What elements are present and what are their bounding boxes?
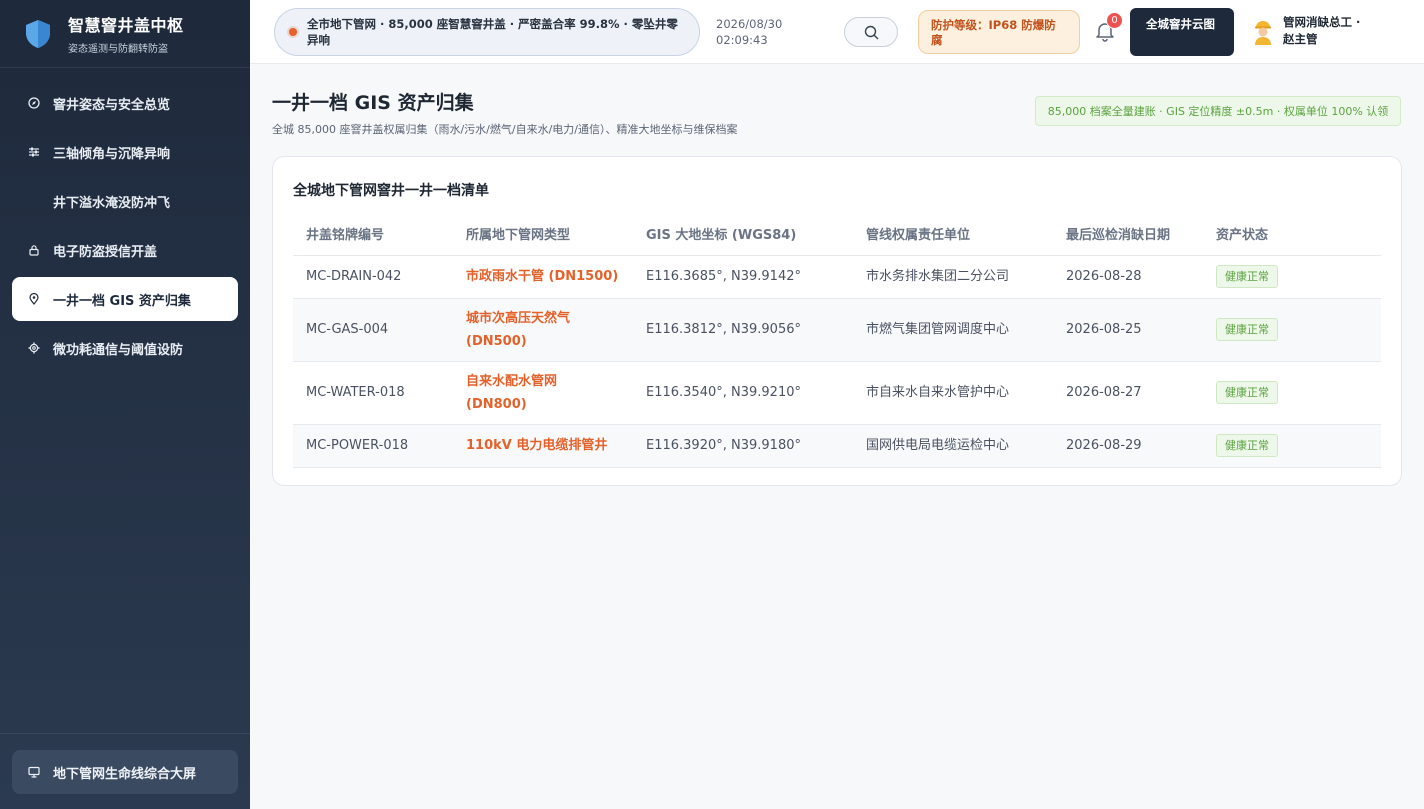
map-pin-icon bbox=[28, 293, 40, 305]
owner-unit: 市自来水自来水管护中心 bbox=[853, 361, 1053, 425]
table-row[interactable]: MC-DRAIN-042 市政雨水干管 (DN1500) E116.3685°,… bbox=[293, 255, 1381, 299]
brand-subtitle: 姿态遥测与防翻转防盗 bbox=[68, 44, 168, 55]
table-row[interactable]: MC-POWER-018 110kV 电力电缆排管井 E116.3920°, N… bbox=[293, 424, 1381, 468]
flood-icon bbox=[28, 195, 40, 207]
dashboard-screen-button[interactable]: 地下管网生命线综合大屏 bbox=[12, 750, 238, 794]
sidebar-item-antitheft[interactable]: 电子防盗授信开盖 bbox=[12, 228, 238, 272]
column-header: 所属地下管网类型 bbox=[453, 213, 633, 256]
ticker-text: 全市地下管网 · 85,000 座智慧窨井盖 · 严密盖合率 99.8% · 零… bbox=[307, 17, 678, 47]
top-header: 全市地下管网 · 85,000 座智慧窨井盖 · 严密盖合率 99.8% · 零… bbox=[250, 0, 1424, 64]
sidebar-item-label: 电子防盗授信开盖 bbox=[53, 244, 158, 260]
sidebar-item-label: 窨井姿态与安全总览 bbox=[53, 97, 171, 113]
sidebar-nav: 窨井姿态与安全总览 三轴倾角与沉降异响 井下溢水淹没防冲飞 电子防盗授信开盖 一… bbox=[0, 68, 250, 370]
notification-count-badge: 0 bbox=[1106, 12, 1123, 29]
sidebar-item-tilt[interactable]: 三轴倾角与沉降异响 bbox=[12, 130, 238, 174]
status-badge: 健康正常 bbox=[1216, 381, 1278, 404]
sidebar-item-label: 三轴倾角与沉降异响 bbox=[53, 146, 171, 162]
gis-coordinate: E116.3920°, N39.9180° bbox=[633, 424, 853, 468]
brand: 智慧窨井盖中枢 姿态遥测与防翻转防盗 bbox=[0, 0, 250, 68]
sidebar-item-gis[interactable]: 一井一档 GIS 资产归集 bbox=[12, 277, 238, 321]
pipe-type: 110kV 电力电缆排管井 bbox=[453, 424, 633, 468]
table-header-row: 井盖铭牌编号 所属地下管网类型 GIS 大地坐标 (WGS84) 管线权属责任单… bbox=[293, 213, 1381, 256]
gear-icon bbox=[28, 342, 40, 354]
lock-icon bbox=[28, 244, 40, 256]
monitor-icon bbox=[28, 766, 40, 778]
inspection-date: 2026-08-27 bbox=[1053, 361, 1203, 425]
owner-unit: 市水务排水集团二分公司 bbox=[853, 255, 1053, 299]
inspection-date: 2026-08-28 bbox=[1053, 255, 1203, 299]
user-name: 管网消缺总工 · 赵主管 bbox=[1283, 15, 1361, 46]
datetime: 2026/08/30 02:09:43 bbox=[716, 16, 782, 48]
owner-unit: 国网供电局电缆运检中心 bbox=[853, 424, 1053, 468]
search-icon bbox=[864, 25, 878, 39]
sidebar-item-label: 井下溢水淹没防冲飞 bbox=[53, 195, 171, 211]
gis-coordinate: E116.3812°, N39.9056° bbox=[633, 298, 853, 362]
card-title: 全城地下管网窨井一井一档清单 bbox=[293, 183, 489, 199]
page-title: 一井一档 GIS 资产归集 bbox=[272, 92, 474, 114]
status-badge: 健康正常 bbox=[1216, 265, 1278, 288]
column-header: 资产状态 bbox=[1203, 213, 1381, 256]
compass-icon bbox=[28, 97, 40, 109]
cover-id: MC-POWER-018 bbox=[293, 424, 453, 468]
dashboard-screen-label: 地下管网生命线综合大屏 bbox=[53, 766, 197, 782]
status-ticker: 全市地下管网 · 85,000 座智慧窨井盖 · 严密盖合率 99.8% · 零… bbox=[274, 8, 700, 56]
sidebar-footer: 地下管网生命线综合大屏 bbox=[0, 733, 250, 809]
inspection-date: 2026-08-29 bbox=[1053, 424, 1203, 468]
city-cloud-map-button[interactable]: 全城窨井云图 bbox=[1130, 8, 1234, 56]
column-header: 最后巡检消缺日期 bbox=[1053, 213, 1203, 256]
worker-avatar-icon bbox=[1255, 21, 1271, 45]
pipe-type: 城市次高压天然气 (DN500) bbox=[453, 298, 633, 362]
shield-icon bbox=[26, 19, 50, 48]
sidebar-item-overview[interactable]: 窨井姿态与安全总览 bbox=[12, 81, 238, 125]
table-row[interactable]: MC-GAS-004 城市次高压天然气 (DN500) E116.3812°, N… bbox=[293, 298, 1381, 362]
cover-id: MC-DRAIN-042 bbox=[293, 255, 453, 299]
cover-id: MC-GAS-004 bbox=[293, 298, 453, 362]
current-date: 2026/08/30 bbox=[716, 17, 783, 31]
column-header: GIS 大地坐标 (WGS84) bbox=[633, 213, 853, 256]
table-row[interactable]: MC-WATER-018 自来水配水管网 (DN800) E116.3540°, … bbox=[293, 361, 1381, 425]
asset-table: 井盖铭牌编号 所属地下管网类型 GIS 大地坐标 (WGS84) 管线权属责任单… bbox=[293, 213, 1381, 468]
pipe-type: 市政雨水干管 (DN1500) bbox=[453, 255, 633, 299]
sidebar-item-label: 一井一档 GIS 资产归集 bbox=[53, 293, 191, 309]
asset-list-card: 全城地下管网窨井一井一档清单 井盖铭牌编号 所属地下管网类型 GIS 大地坐标 … bbox=[272, 156, 1402, 486]
gis-coordinate: E116.3685°, N39.9142° bbox=[633, 255, 853, 299]
inspection-date: 2026-08-25 bbox=[1053, 298, 1203, 362]
cover-id: MC-WATER-018 bbox=[293, 361, 453, 425]
current-time: 02:09:43 bbox=[716, 33, 768, 47]
brand-title: 智慧窨井盖中枢 bbox=[68, 16, 184, 35]
status-badge: 健康正常 bbox=[1216, 434, 1278, 457]
column-header: 管线权属责任单位 bbox=[853, 213, 1053, 256]
page-subtitle: 全城 85,000 座窨井盖权属归集（雨水/污水/燃气/自来水/电力/通信）、精… bbox=[272, 123, 738, 136]
sidebar-item-flood[interactable]: 井下溢水淹没防冲飞 bbox=[12, 179, 238, 223]
pipe-type: 自来水配水管网 (DN800) bbox=[453, 361, 633, 425]
accuracy-badge: 85,000 档案全量建账 · GIS 定位精度 ±0.5m · 权属单位 10… bbox=[1035, 96, 1401, 126]
status-badge: 健康正常 bbox=[1216, 318, 1278, 341]
column-header: 井盖铭牌编号 bbox=[293, 213, 453, 256]
user-profile[interactable]: 管网消缺总工 · 赵主管 bbox=[1252, 14, 1369, 48]
search-button[interactable] bbox=[844, 17, 898, 47]
live-dot-icon bbox=[289, 28, 297, 36]
sidebar: 智慧窨井盖中枢 姿态遥测与防翻转防盗 窨井姿态与安全总览 三轴倾角与沉降异响 井… bbox=[0, 0, 250, 809]
sidebar-item-comms[interactable]: 微功耗通信与阈值设防 bbox=[12, 326, 238, 370]
gis-coordinate: E116.3540°, N39.9210° bbox=[633, 361, 853, 425]
sliders-icon bbox=[28, 146, 40, 158]
sidebar-item-label: 微功耗通信与阈值设防 bbox=[53, 342, 184, 358]
protection-level-badge: 防护等级：IP68 防爆防腐 bbox=[918, 10, 1080, 54]
owner-unit: 市燃气集团管网调度中心 bbox=[853, 298, 1053, 362]
